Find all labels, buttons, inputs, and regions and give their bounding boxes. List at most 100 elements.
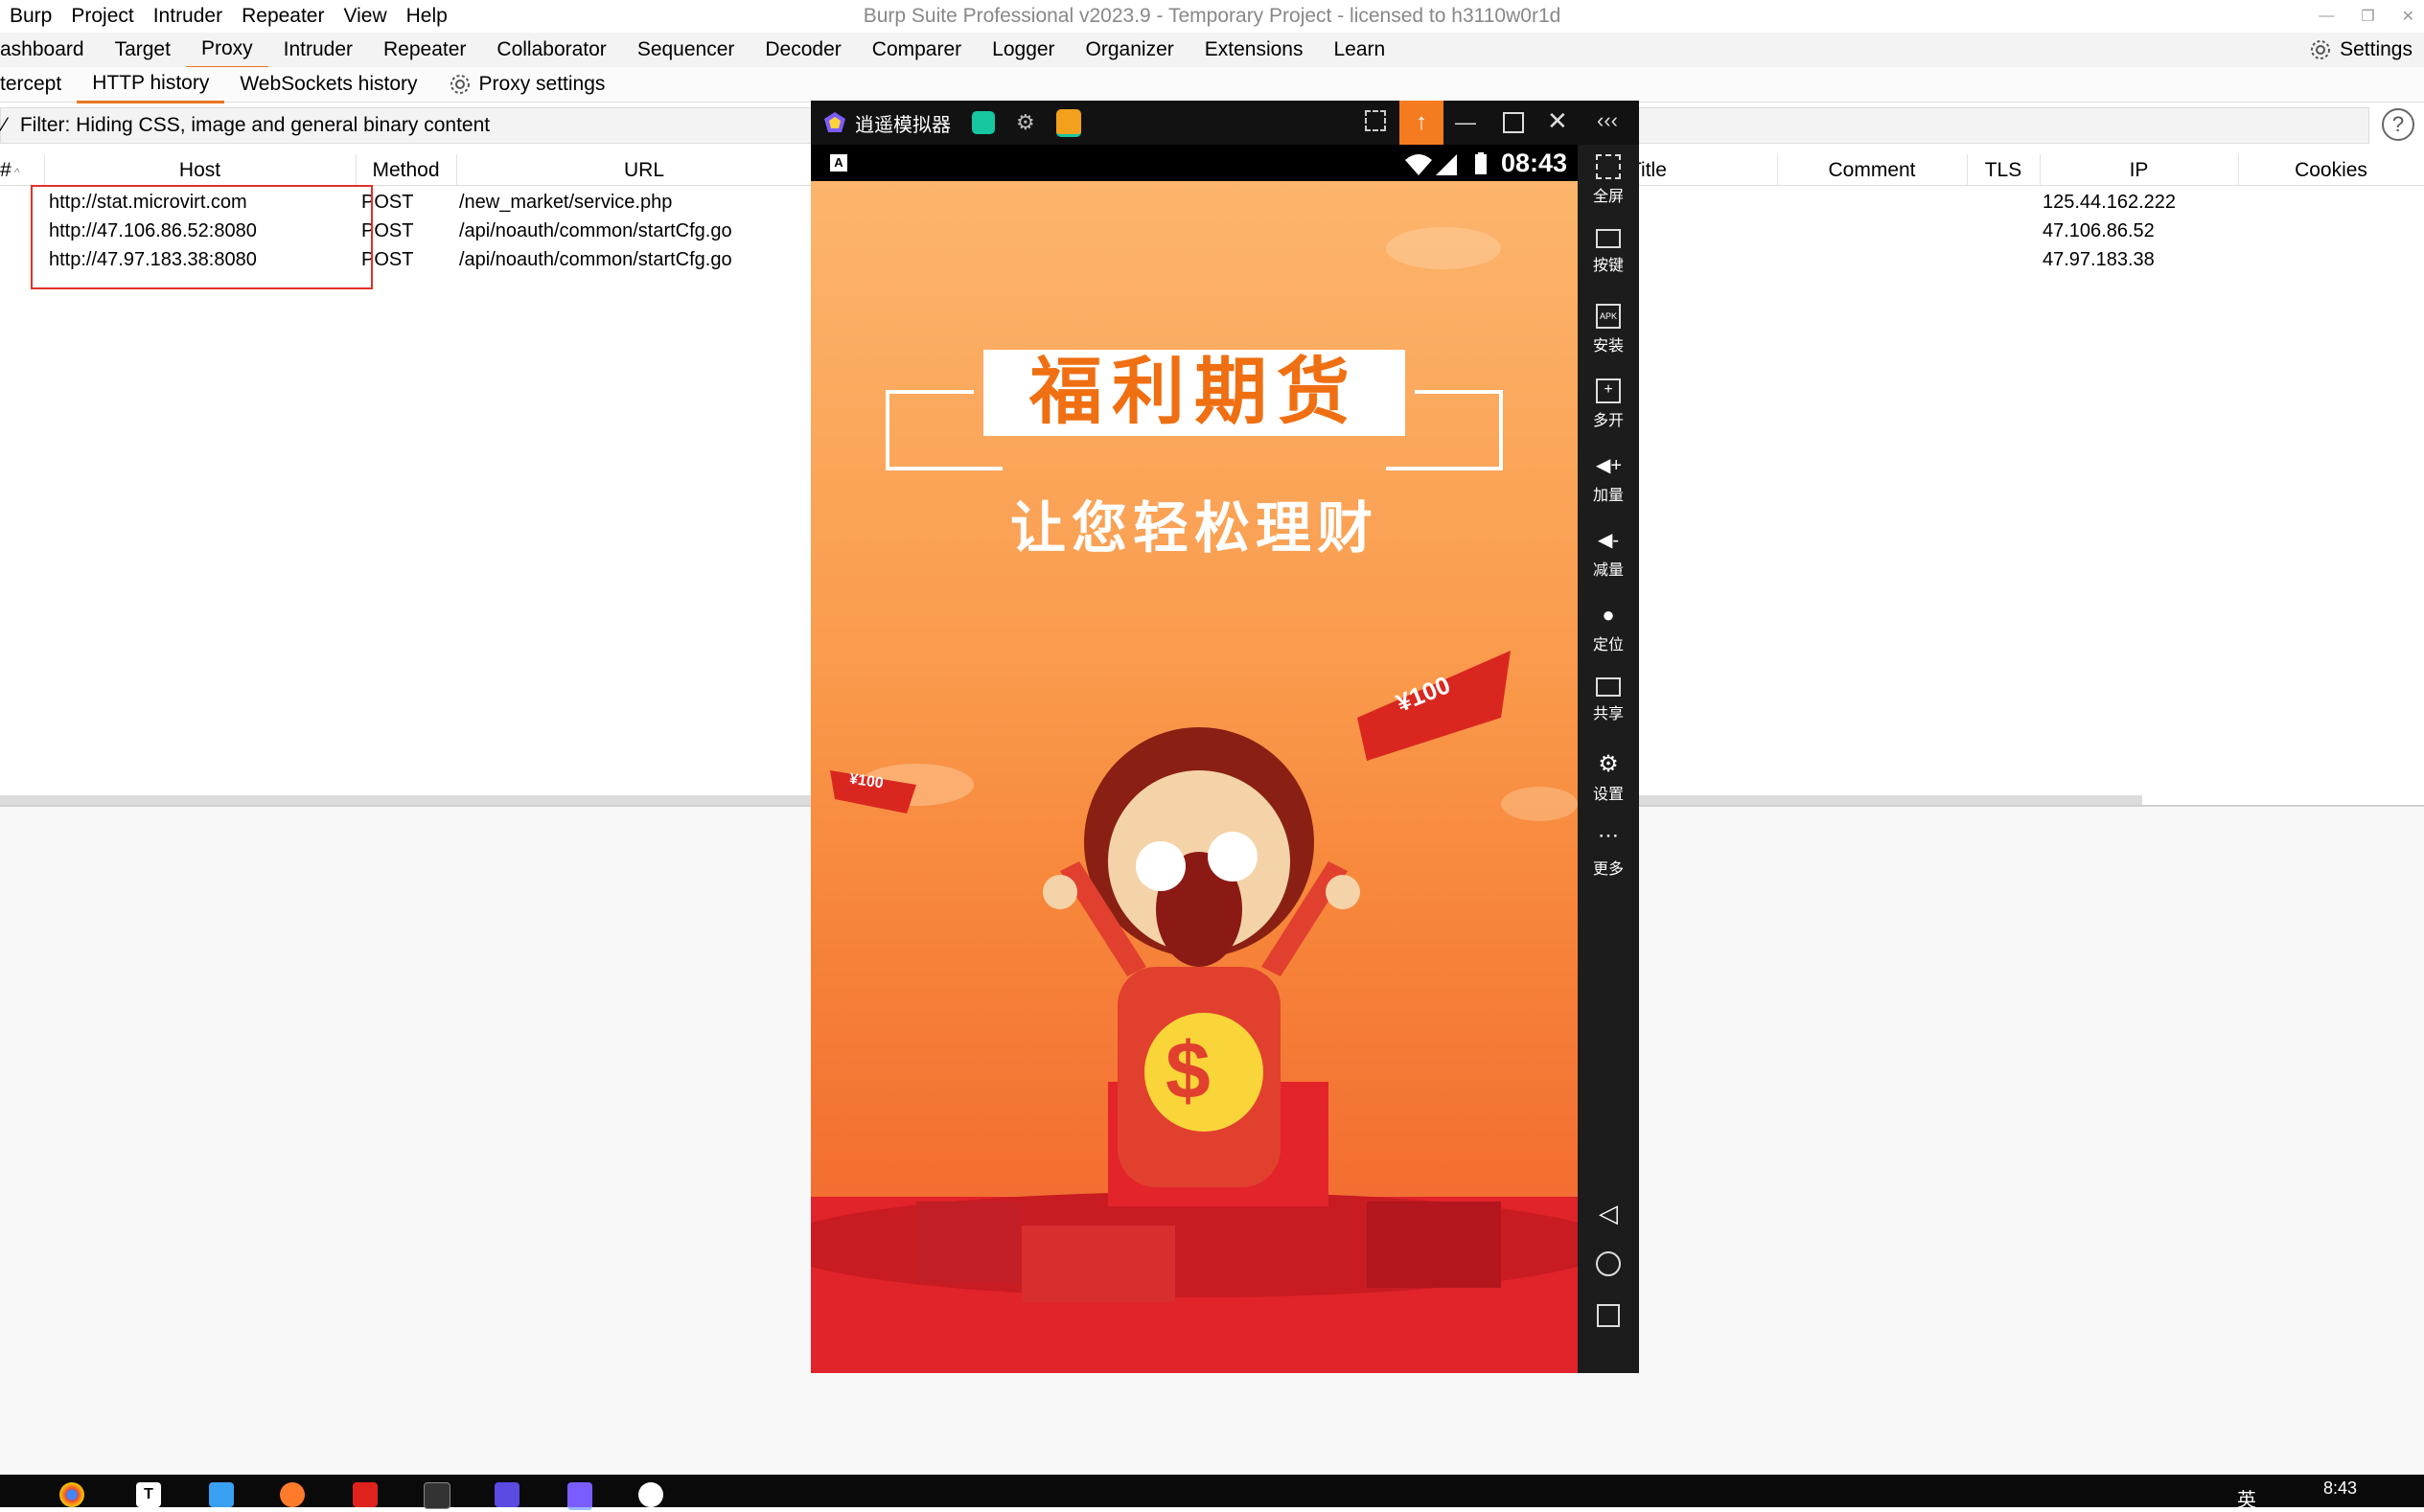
terminal-icon[interactable]	[424, 1482, 450, 1509]
tab-intercept[interactable]: tercept	[0, 67, 77, 102]
tab-repeater[interactable]: Repeater	[368, 33, 481, 67]
sidebar-volume-up[interactable]: ◀+ 加量	[1578, 453, 1639, 505]
tab-target[interactable]: Target	[100, 33, 186, 67]
fullscreen-icon	[1596, 154, 1621, 179]
tab-extensions[interactable]: Extensions	[1189, 33, 1319, 67]
input-language[interactable]: 英	[2237, 1484, 2256, 1512]
tab-organizer[interactable]: Organizer	[1071, 33, 1189, 67]
emulator-title-bar: 逍遥模拟器 ⚙ ↑ — ✕ ‹‹‹	[811, 101, 1639, 145]
maximize-icon[interactable]	[1503, 112, 1524, 133]
more-icon: ⋯	[1598, 823, 1619, 847]
restore-icon[interactable]: ❐	[2361, 7, 2374, 26]
tab-collaborator[interactable]: Collaborator	[481, 33, 621, 67]
settings-label: Settings	[2340, 38, 2412, 60]
col-comment[interactable]: Comment	[1777, 154, 1968, 185]
sidebar-multi-instance[interactable]: + 多开	[1578, 378, 1639, 430]
file-explorer-icon[interactable]	[209, 1482, 234, 1507]
tab-logger[interactable]: Logger	[977, 33, 1070, 67]
android-recents-button[interactable]	[1578, 1304, 1639, 1332]
wifi-icon	[1405, 154, 1432, 175]
acrobat-icon[interactable]	[353, 1482, 378, 1507]
upload-button[interactable]: ↑	[1399, 101, 1443, 145]
tab-http-history[interactable]: HTTP history	[77, 66, 225, 103]
menu-project[interactable]: Project	[71, 5, 133, 28]
recents-icon	[1597, 1304, 1620, 1327]
col-title[interactable]: Title	[1629, 154, 1778, 185]
menu-intruder[interactable]: Intruder	[153, 5, 222, 28]
volume-down-icon: ◀-	[1597, 530, 1620, 551]
url-cell: /new_market/service.php	[459, 192, 673, 213]
sidebar-fullscreen[interactable]: 全屏	[1578, 154, 1639, 206]
apk-icon: APK	[1596, 304, 1621, 329]
settings-button[interactable]: Settings	[2309, 33, 2412, 67]
minimize-icon[interactable]: —	[1455, 110, 1476, 135]
location-icon: ●	[1602, 603, 1615, 627]
title-bar: Burp Suite Professional v2023.9 - Tempor…	[0, 0, 2424, 33]
typora-icon[interactable]: T	[136, 1482, 161, 1507]
sidebar-settings[interactable]: ⚙ 设置	[1578, 752, 1639, 804]
close-icon[interactable]: ✕	[1547, 106, 1568, 136]
gear-icon: ⚙	[1598, 751, 1619, 777]
app-running-tab-icon[interactable]	[1055, 108, 1081, 137]
emulator-logo-icon	[824, 112, 845, 132]
android-home-button[interactable]	[1578, 1251, 1639, 1281]
col-tls[interactable]: TLS	[1967, 154, 2041, 185]
menu-burp[interactable]: Burp	[10, 5, 52, 28]
tab-comparer[interactable]: Comparer	[857, 33, 977, 67]
notification-a-icon: A	[830, 154, 847, 172]
qq-icon[interactable]	[638, 1482, 663, 1507]
tab-sequencer[interactable]: Sequencer	[622, 33, 750, 67]
multi-instance-icon: +	[1596, 378, 1621, 403]
tab-decoder[interactable]: Decoder	[750, 33, 856, 67]
menu-bar: Burp Project Intruder Repeater View Help	[0, 0, 457, 33]
col-number[interactable]: # ^	[0, 154, 45, 185]
firefox-icon[interactable]	[280, 1482, 305, 1507]
android-status-bar: A 08:43	[811, 145, 1578, 181]
tab-proxy[interactable]: Proxy	[185, 32, 268, 69]
keyboard-icon	[1596, 229, 1621, 248]
emulator-window: 逍遥模拟器 ⚙ ↑ — ✕ ‹‹‹ A 08:43 福利期货 让您轻松理财 ¥1…	[811, 101, 1639, 1373]
menu-view[interactable]: View	[343, 5, 386, 28]
sidebar-location[interactable]: ● 定位	[1578, 603, 1639, 654]
app-icon[interactable]	[495, 1482, 519, 1507]
menu-help[interactable]: Help	[406, 5, 448, 28]
settings-tab-icon[interactable]: ⚙	[1016, 110, 1035, 135]
menu-repeater[interactable]: Repeater	[242, 5, 324, 28]
help-icon[interactable]: ?	[2382, 108, 2414, 141]
status-time: 08:43	[1501, 149, 1568, 177]
gear-icon	[2311, 40, 2331, 59]
col-host[interactable]: Host	[44, 154, 357, 185]
sidebar-share[interactable]: 共享	[1578, 677, 1639, 723]
col-cookies[interactable]: Cookies	[2238, 154, 2424, 185]
window-controls: — ❐ ✕	[2319, 0, 2414, 33]
android-back-button[interactable]: ◁	[1578, 1199, 1639, 1228]
sidebar-keyboard[interactable]: 按键	[1578, 229, 1639, 275]
tab-websockets-history[interactable]: WebSockets history	[224, 67, 432, 102]
sidebar-install-apk[interactable]: APK 安装	[1578, 304, 1639, 355]
highlight-box	[31, 185, 373, 289]
chrome-icon[interactable]	[59, 1482, 84, 1507]
emulator-sidebar: 全屏 按键 APK 安装 + 多开 ◀+ 加量 ◀- 减量 ● 定位 共享 ⚙ 设置 ⋯ 更多…	[1578, 145, 1639, 1373]
emulator-name: 逍遥模拟器	[855, 114, 951, 136]
memu-emulator-taskbar-icon[interactable]	[567, 1482, 592, 1510]
tab-learn[interactable]: Learn	[1318, 33, 1400, 67]
splash-subtitle: 让您轻松理财	[1009, 497, 1378, 560]
collapse-sidebar-icon[interactable]: ‹‹‹	[1597, 108, 1618, 133]
proxy-settings-button[interactable]: Proxy settings	[433, 73, 621, 96]
main-tab-bar: ashboard Target Proxy Intruder Repeater …	[0, 32, 2424, 69]
tab-dashboard[interactable]: ashboard	[0, 33, 100, 67]
minimize-icon[interactable]: —	[2319, 8, 2334, 25]
filter-text: Filter: Hiding CSS, image and general bi…	[19, 114, 491, 136]
taskbar-clock[interactable]: 8:43	[2323, 1478, 2357, 1499]
sidebar-volume-down[interactable]: ◀- 减量	[1578, 528, 1639, 580]
col-ip[interactable]: IP	[2040, 154, 2239, 185]
proxy-sub-tab-bar: tercept HTTP history WebSockets history …	[0, 67, 2424, 103]
close-icon[interactable]: ✕	[2402, 7, 2414, 26]
app-splash-screen[interactable]: 福利期货 让您轻松理财 ¥100 ¥100 $	[811, 181, 1578, 1373]
col-method[interactable]: Method	[356, 154, 457, 185]
tab-intruder[interactable]: Intruder	[268, 33, 368, 67]
screenshot-icon[interactable]	[1365, 110, 1386, 131]
col-url[interactable]: URL	[456, 154, 833, 185]
sidebar-more[interactable]: ⋯ 更多	[1578, 823, 1639, 879]
app-tab-icon[interactable]	[972, 111, 995, 134]
